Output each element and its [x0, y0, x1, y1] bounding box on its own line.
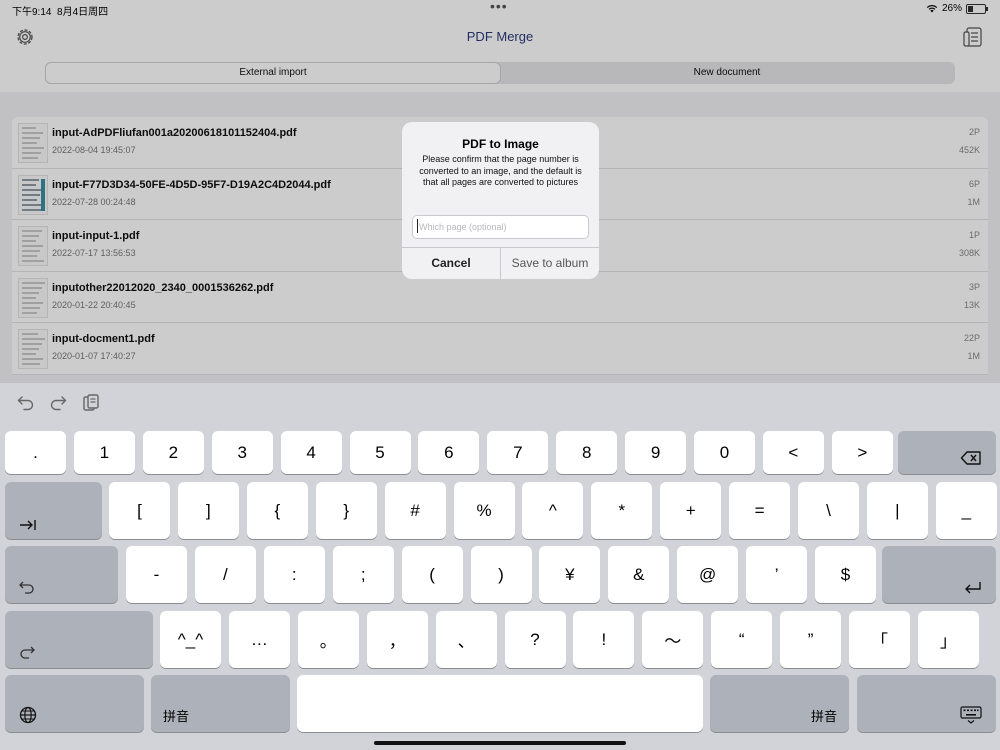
key-char[interactable]: 」 — [917, 611, 979, 668]
key-char[interactable]: _ — [935, 482, 997, 539]
key-char[interactable]: 2 — [142, 431, 204, 474]
key-char[interactable]: < — [762, 431, 824, 474]
key-char[interactable]: - — [126, 546, 187, 603]
key-char[interactable]: ” — [780, 611, 842, 668]
keyboard-shortcut-bar — [0, 383, 1000, 427]
key-char[interactable]: | — [866, 482, 928, 539]
pinyin-label: 拼音 — [163, 709, 190, 724]
key-char[interactable]: 9 — [625, 431, 687, 474]
key-char[interactable]: “ — [711, 611, 773, 668]
keyboard-dismiss-icon — [960, 706, 982, 724]
redo-icon — [20, 646, 35, 659]
key-char[interactable]: > — [831, 431, 893, 474]
key-char[interactable]: 。 — [297, 611, 359, 668]
key-char[interactable]: % — [453, 482, 515, 539]
key-char[interactable]: . — [5, 431, 66, 474]
key-char[interactable]: 、 — [435, 611, 497, 668]
key-char[interactable]: + — [660, 482, 722, 539]
undo-key[interactable] — [5, 546, 118, 603]
pinyin-label: 拼音 — [810, 709, 837, 724]
backspace-icon — [960, 451, 981, 465]
key-char[interactable]: ( — [401, 546, 463, 603]
redo-icon[interactable] — [48, 393, 68, 413]
pinyin-left-key[interactable]: 拼音 — [151, 675, 290, 732]
key-char[interactable]: 4 — [280, 431, 342, 474]
alert-message: Please confirm that the page number is c… — [419, 154, 582, 187]
save-to-album-button[interactable]: Save to album — [501, 248, 599, 279]
key-char[interactable]: : — [263, 546, 325, 603]
undo-icon — [19, 581, 34, 594]
key-char[interactable]: 3 — [211, 431, 273, 474]
space-bar-key[interactable] — [297, 675, 703, 732]
key-char[interactable]: ^ — [522, 482, 584, 539]
key-char[interactable]: 5 — [349, 431, 411, 474]
key-char[interactable]: 6 — [418, 431, 480, 474]
alert-title: PDF to Image — [462, 137, 539, 151]
key-char[interactable]: ～ — [642, 611, 704, 668]
key-char[interactable]: = — [729, 482, 791, 539]
tab-icon — [20, 520, 36, 530]
key-char[interactable]: ; — [332, 546, 394, 603]
key-char[interactable]: 1 — [73, 431, 135, 474]
key-char[interactable]: ) — [470, 546, 532, 603]
pinyin-right-key[interactable]: 拼音 — [710, 675, 849, 732]
key-char[interactable]: 0 — [694, 431, 755, 474]
key-char[interactable]: 8 — [556, 431, 618, 474]
key-char[interactable]: 7 — [487, 431, 549, 474]
dismiss-keyboard-key[interactable] — [857, 675, 996, 732]
key-char[interactable]: ¥ — [539, 546, 601, 603]
pdf-to-image-alert: PDF to Image Please confirm that the pag… — [402, 122, 599, 279]
paste-clipboard-icon[interactable] — [81, 393, 101, 413]
tab-key[interactable] — [5, 482, 102, 539]
keyboard: . 1 2 3 4 5 6 7 8 9 0 < > []{} #% ^ * + = \ | _ - /:;() ¥ & @’ $ ^_^… — [0, 383, 1000, 750]
alert-button-bar: Cancel Save to album — [402, 247, 599, 279]
key-char[interactable]: ] — [177, 482, 239, 539]
key-char[interactable]: ? — [504, 611, 566, 668]
text-cursor — [417, 219, 418, 233]
cancel-button[interactable]: Cancel — [402, 248, 501, 279]
page-number-input[interactable] — [412, 215, 589, 239]
undo-icon[interactable] — [16, 393, 36, 413]
return-key[interactable] — [882, 546, 996, 603]
key-char[interactable]: ! — [573, 611, 635, 668]
globe-key[interactable] — [5, 675, 144, 732]
return-icon — [965, 582, 981, 594]
key-char[interactable]: 「 — [849, 611, 910, 668]
backspace-key[interactable] — [898, 431, 996, 474]
key-char[interactable]: $ — [815, 546, 876, 603]
globe-icon — [19, 706, 37, 724]
key-char[interactable]: # — [384, 482, 446, 539]
key-char[interactable]: [ — [109, 482, 170, 539]
key-char[interactable]: @ — [677, 546, 739, 603]
key-char[interactable]: * — [591, 482, 653, 539]
key-char[interactable]: ’ — [746, 546, 808, 603]
key-char[interactable]: … — [228, 611, 290, 668]
redo-key[interactable] — [5, 611, 153, 668]
key-char[interactable]: ， — [366, 611, 428, 668]
key-char[interactable]: \ — [798, 482, 859, 539]
key-char[interactable]: & — [608, 546, 670, 603]
key-char[interactable]: / — [194, 546, 256, 603]
key-char[interactable]: ^_^ — [160, 611, 221, 668]
key-char[interactable]: } — [315, 482, 377, 539]
key-char[interactable]: { — [246, 482, 308, 539]
home-indicator[interactable] — [374, 741, 626, 745]
